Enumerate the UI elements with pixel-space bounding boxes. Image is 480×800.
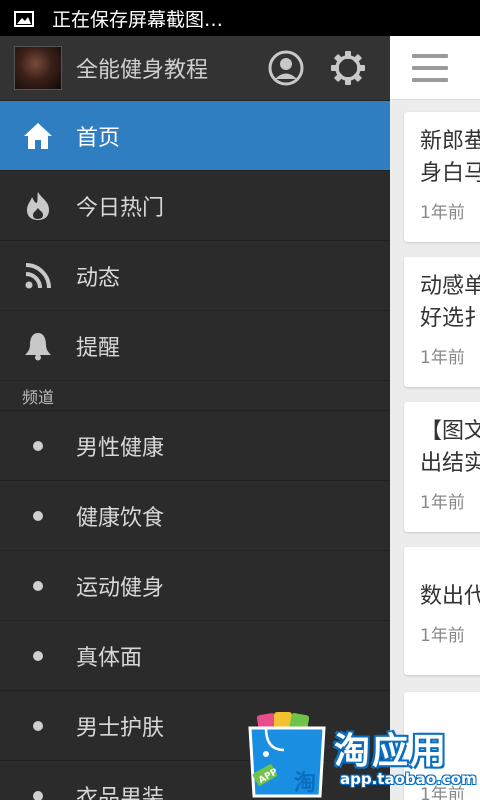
nav-item-reminders[interactable]: 提醒	[0, 311, 390, 381]
article-title: 数出代	[420, 584, 480, 609]
main-content: 新郎蛬 身白马 1年前 动感单 好选扌 1年前 【图文 出结实 1年前 数出代 …	[390, 36, 480, 800]
image-notification-icon	[14, 10, 34, 27]
channel-label: 真体面	[76, 645, 143, 671]
status-bar: 正在保存屏幕截图…	[0, 0, 480, 36]
hamburger-menu-icon[interactable]	[412, 53, 448, 82]
bullet-icon	[33, 720, 43, 731]
article-card[interactable]: 动感单 好选扌 1年前	[404, 257, 480, 387]
channel-label: 运动健身	[76, 575, 165, 601]
content-toolbar	[390, 36, 480, 100]
taobao-app-watermark: APP 淘 淘应用 app.taobao.com	[240, 706, 480, 800]
nav-item-label: 今日热门	[76, 195, 165, 221]
article-time: 1年前	[420, 493, 465, 513]
nav-item-feed[interactable]: 动态	[0, 241, 390, 311]
channel-section-header: 频道	[0, 381, 390, 411]
watermark-url: app.taobao.com	[340, 770, 477, 788]
app-title: 全能健身教程	[76, 58, 209, 83]
shopping-bag-icon: APP 淘	[248, 712, 326, 798]
channel-item[interactable]: 健康饮食	[0, 481, 390, 551]
home-icon	[24, 122, 52, 149]
drawer-header: 全能健身教程	[0, 36, 390, 101]
article-card[interactable]: 新郎蛬 身白马 1年前	[404, 112, 480, 242]
bullet-icon	[33, 790, 43, 800]
channel-item[interactable]: 真体面	[0, 621, 390, 691]
channel-item[interactable]: 运动健身	[0, 551, 390, 621]
status-text: 正在保存屏幕截图…	[52, 8, 224, 31]
bullet-icon	[33, 510, 43, 521]
article-time: 1年前	[420, 626, 465, 646]
bell-icon	[25, 332, 51, 360]
article-title: 【图文	[420, 419, 480, 444]
article-title: 新郎蛬	[420, 129, 480, 154]
article-card[interactable]: 【图文 出结实 1年前	[404, 402, 480, 532]
nav-item-home[interactable]: 首页	[0, 101, 390, 171]
article-card[interactable]: 数出代 1年前	[404, 547, 480, 675]
channel-label: 衣品男装	[76, 785, 165, 800]
article-title: 出结实	[420, 451, 480, 476]
bullet-icon	[33, 580, 43, 591]
settings-button[interactable]	[328, 48, 368, 88]
article-time: 1年前	[420, 348, 465, 368]
nav-item-label: 动态	[76, 265, 121, 291]
channel-label: 健康饮食	[76, 505, 165, 531]
fire-icon	[27, 191, 49, 220]
nav-item-label: 首页	[76, 125, 121, 151]
bullet-icon	[33, 440, 43, 451]
channel-item[interactable]: 男性健康	[0, 411, 390, 481]
article-title: 动感单	[420, 274, 480, 299]
bullet-icon	[33, 650, 43, 661]
article-time: 1年前	[420, 203, 465, 223]
nav-item-label: 提醒	[76, 335, 121, 361]
channel-label: 男性健康	[76, 435, 165, 461]
watermark-glyph: 淘	[294, 770, 316, 796]
rss-icon	[25, 262, 51, 288]
article-title: 身白马	[420, 161, 480, 186]
navigation-drawer: 全能健身教程 首页 今日热门 动态 提醒 频道 男性健康 健康饮食 运动健身 真…	[0, 36, 390, 800]
nav-item-trending[interactable]: 今日热门	[0, 171, 390, 241]
user-icon	[268, 50, 304, 86]
watermark-brand: 淘应用	[334, 731, 449, 772]
app-logo	[14, 46, 62, 90]
article-title: 好选扌	[420, 306, 480, 331]
channel-label: 男士护肤	[76, 715, 165, 741]
account-button[interactable]	[266, 48, 306, 88]
gear-icon	[331, 51, 365, 85]
